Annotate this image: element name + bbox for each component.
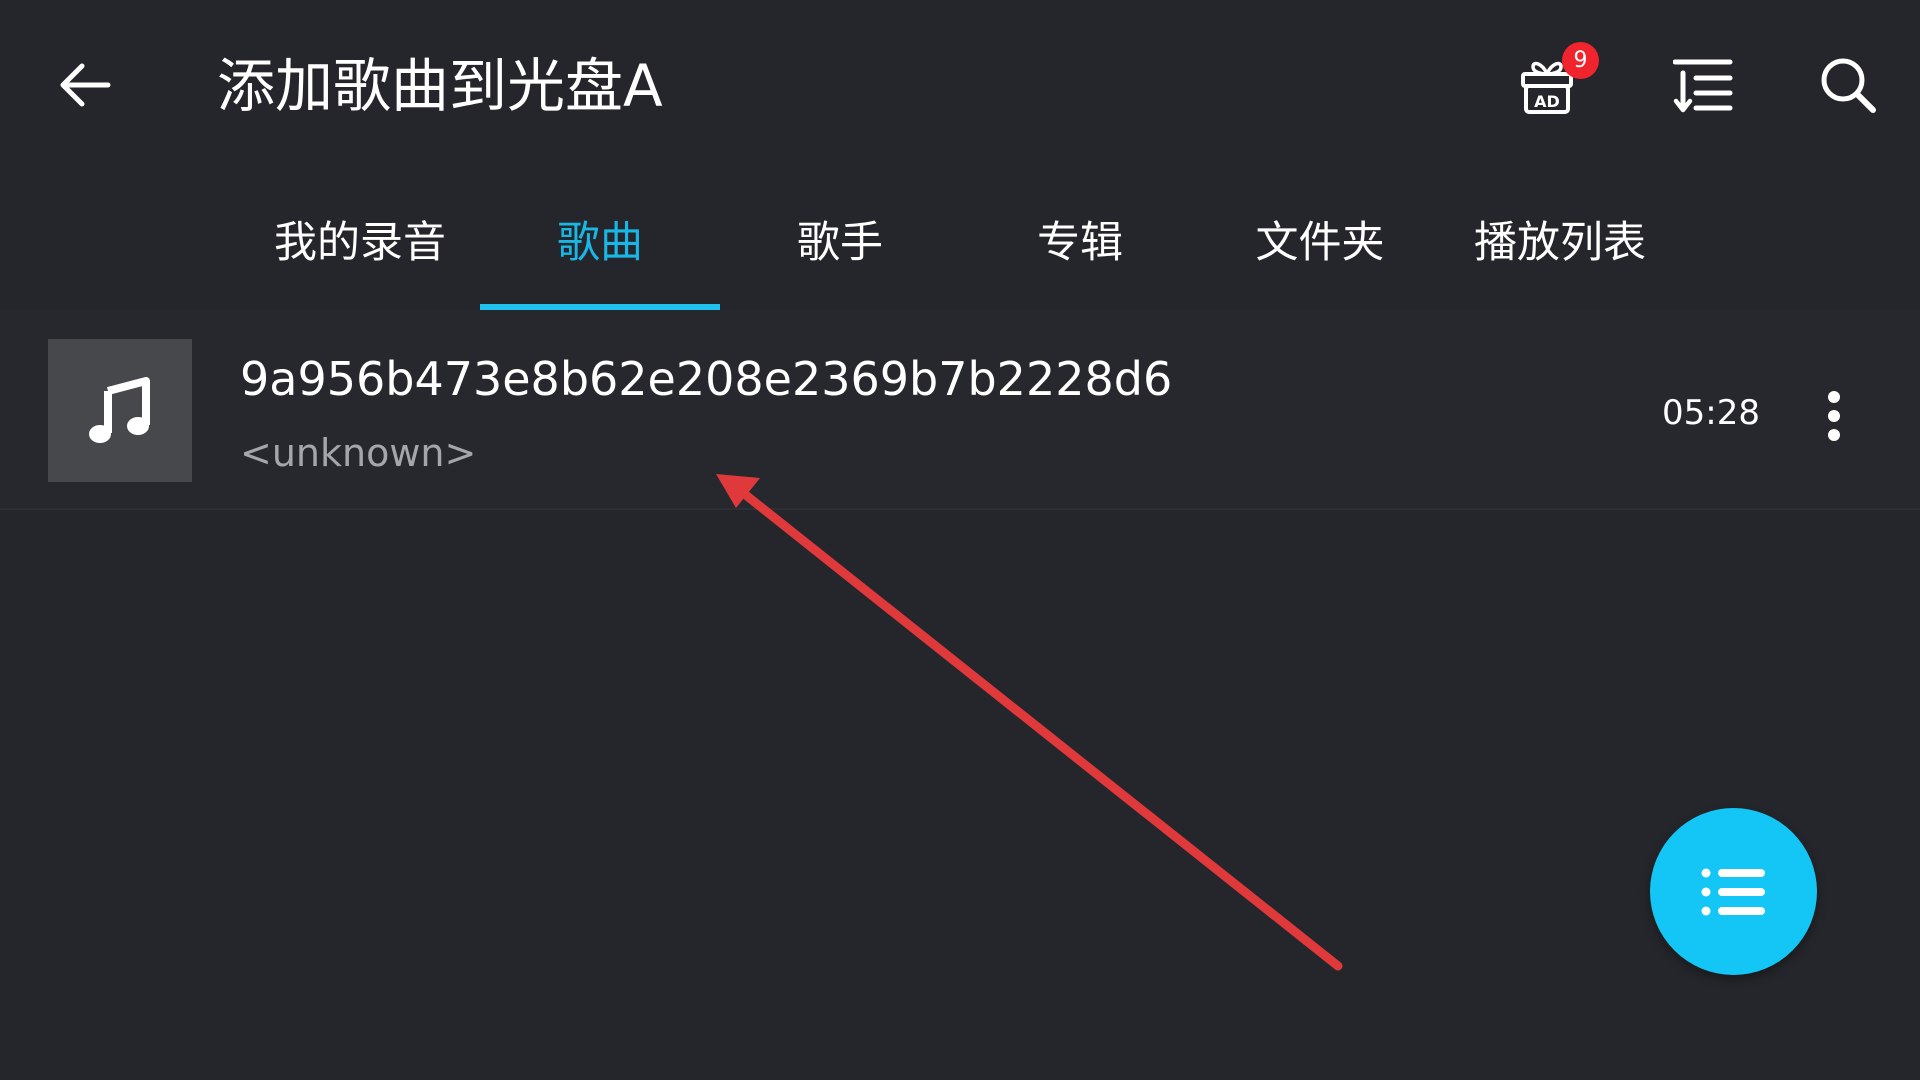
song-list: 9a956b473e8b62e208e2369b7b2228d6 <unknow… [0,310,1920,1080]
arrow-left-icon [60,63,111,107]
list-item[interactable]: 9a956b473e8b62e208e2369b7b2228d6 <unknow… [0,310,1920,510]
back-button[interactable] [50,45,120,125]
tab-artists[interactable]: 歌手 [720,208,960,308]
tab-my-recordings[interactable]: 我的录音 [240,208,480,308]
search-button[interactable] [1808,45,1888,125]
song-artist: <unknown> [240,431,477,475]
tab-playlists[interactable]: 播放列表 [1440,208,1680,308]
sort-button[interactable] [1663,45,1743,125]
song-duration: 05:28 [1662,393,1760,433]
tab-folders[interactable]: 文件夹 [1200,208,1440,308]
gift-ad-text: AD [1534,92,1560,111]
tab-songs[interactable]: 歌曲 [480,208,720,308]
app-screen: 添加歌曲到光盘A AD 9 我的录音 歌曲 歌手 专辑 文件夹 播放列表 9a9… [0,0,1920,1080]
list-menu-icon [1701,868,1765,915]
sort-list-icon [1673,59,1733,113]
fab-menu-button[interactable] [1650,808,1817,975]
song-more-button[interactable] [1804,376,1864,456]
tab-albums[interactable]: 专辑 [960,208,1200,308]
song-title: 9a956b473e8b62e208e2369b7b2228d6 [240,352,1173,406]
song-thumbnail [48,339,192,482]
notification-badge: 9 [1562,42,1599,79]
category-tabs: 我的录音 歌曲 歌手 专辑 文件夹 播放列表 [0,168,1920,310]
more-vertical-icon [1828,391,1840,441]
search-icon [1821,58,1876,113]
top-bar: 添加歌曲到光盘A AD 9 [0,0,1920,168]
music-note-icon [89,376,150,443]
page-title: 添加歌曲到光盘A [217,52,663,120]
